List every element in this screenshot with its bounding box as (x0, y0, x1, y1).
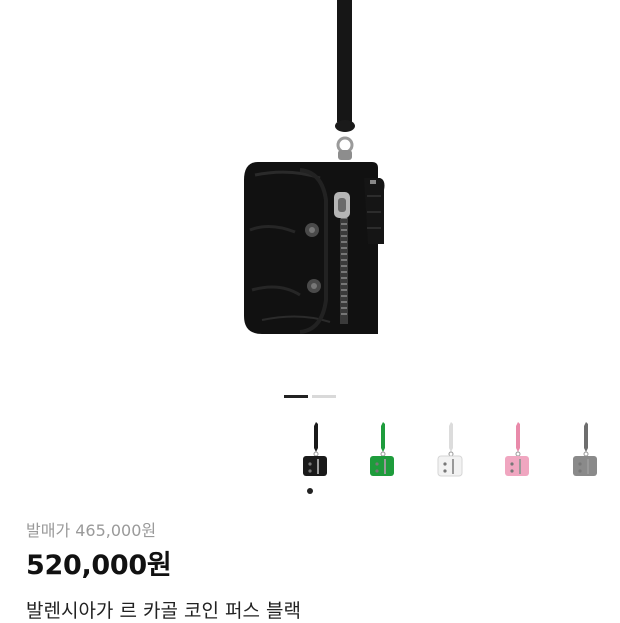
variant-thumbnails (0, 418, 620, 498)
variant-thumbnail-pink[interactable] (492, 418, 544, 488)
pager-indicator-active[interactable] (284, 395, 308, 398)
selected-variant-dot (307, 488, 313, 494)
product-title: 발렌시아가 르 카골 코인 퍼스 블랙 (26, 600, 301, 622)
release-price: 발매가 465,000원 (26, 521, 157, 540)
current-price: 520,000원 (26, 550, 172, 581)
variant-thumbnail-green[interactable] (357, 418, 409, 488)
gallery-pager[interactable] (284, 395, 336, 398)
variant-thumbnail-white[interactable] (425, 418, 477, 488)
coin-purse-illustration (244, 0, 385, 334)
variant-thumbnail-grey[interactable] (560, 418, 612, 488)
product-image[interactable] (0, 0, 620, 380)
pager-indicator[interactable] (312, 395, 336, 398)
variant-thumbnail-black[interactable] (290, 418, 342, 488)
